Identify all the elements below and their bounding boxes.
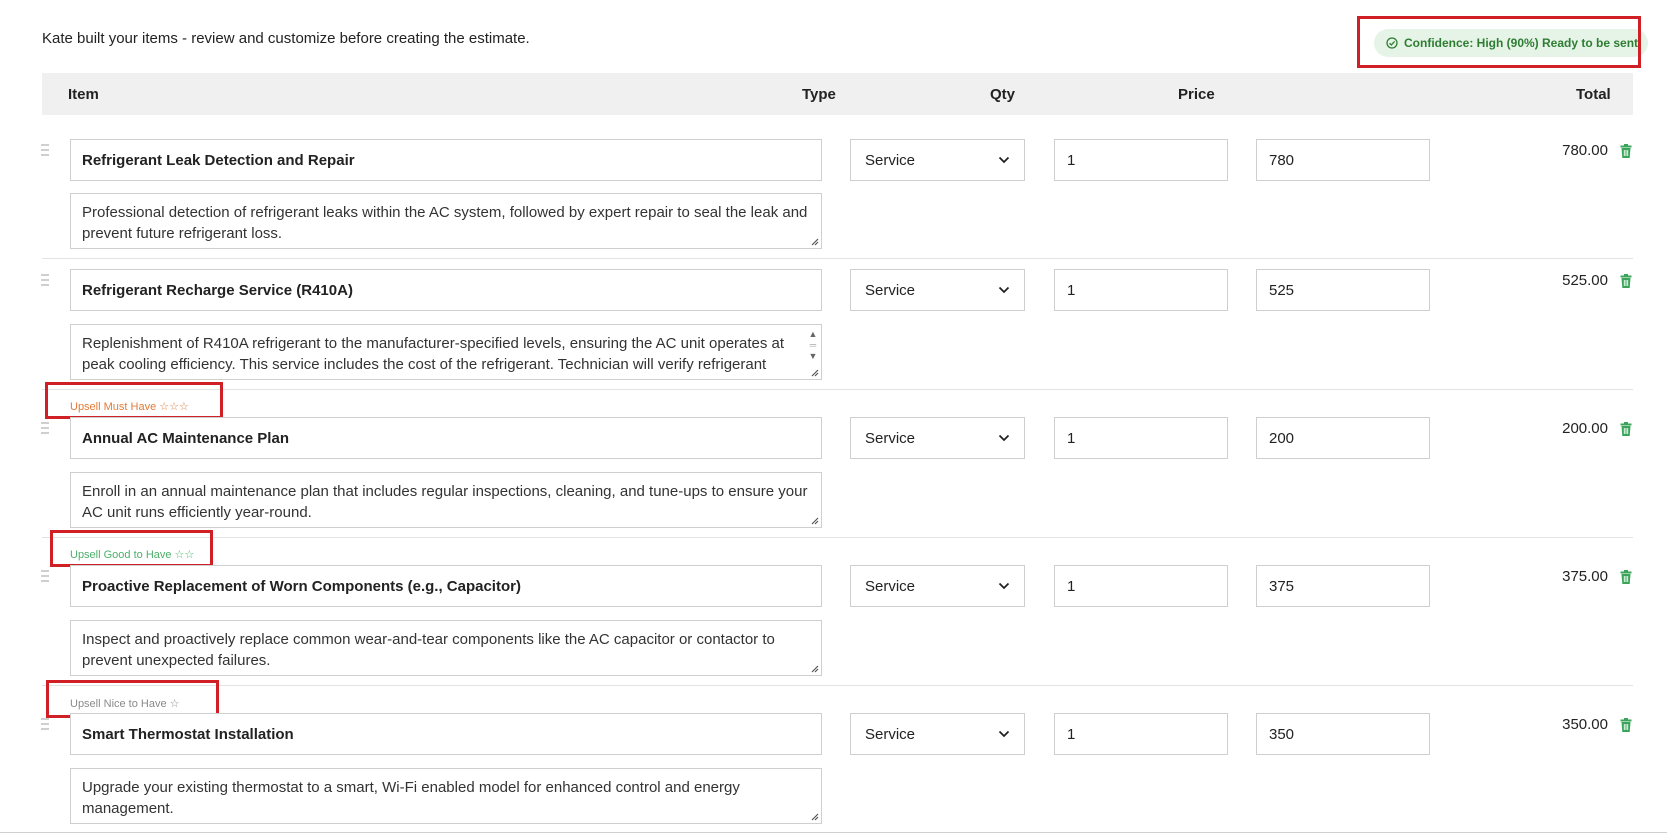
resize-grip-icon[interactable] [809, 515, 819, 525]
item-type-select[interactable]: Service [850, 713, 1025, 755]
item-total: 350.00 [1562, 716, 1608, 733]
bottom-divider [0, 832, 1667, 833]
item-name-input[interactable]: Proactive Replacement of Worn Components… [70, 565, 822, 607]
item-qty-input[interactable]: 1 [1054, 713, 1228, 755]
trash-icon[interactable] [1620, 144, 1632, 158]
trash-icon[interactable] [1620, 718, 1632, 732]
column-header-qty: Qty [990, 86, 1016, 103]
drag-handle-icon[interactable] [41, 422, 49, 434]
column-header-item: Item [68, 86, 99, 103]
item-type-select[interactable]: Service [850, 139, 1025, 181]
item-name-input[interactable]: Refrigerant Leak Detection and Repair [70, 139, 822, 181]
table-header: Item Type Qty Price Total [42, 73, 1633, 115]
item-qty-input[interactable]: 1 [1054, 139, 1228, 181]
item-type-value: Service [865, 577, 916, 595]
item-type-value: Service [865, 429, 916, 447]
item-price-input[interactable]: 780 [1256, 139, 1430, 181]
item-total: 200.00 [1562, 420, 1608, 437]
item-total: 525.00 [1562, 272, 1608, 289]
item-description-text: Enroll in an annual maintenance plan tha… [82, 483, 808, 521]
item-description-textarea[interactable]: Replenishment of R410A refrigerant to th… [70, 324, 822, 380]
upsell-highlight-box [50, 530, 213, 567]
item-type-value: Service [865, 151, 916, 169]
row-divider [42, 537, 1633, 538]
chevron-down-icon [998, 156, 1010, 164]
row-divider [42, 685, 1633, 686]
chevron-down-icon [998, 730, 1010, 738]
item-description-text: Inspect and proactively replace common w… [82, 631, 775, 669]
resize-grip-icon[interactable] [809, 367, 819, 377]
column-header-type: Type [802, 86, 836, 103]
item-qty-input[interactable]: 1 [1054, 417, 1228, 459]
scroll-up-icon[interactable]: ▲ [809, 329, 818, 340]
item-price-input[interactable]: 200 [1256, 417, 1430, 459]
intro-text: Kate built your items - review and custo… [42, 30, 530, 47]
trash-icon[interactable] [1620, 274, 1632, 288]
item-price-input[interactable]: 350 [1256, 713, 1430, 755]
item-total: 375.00 [1562, 568, 1608, 585]
resize-grip-icon[interactable] [809, 811, 819, 821]
item-name-input[interactable]: Annual AC Maintenance Plan [70, 417, 822, 459]
item-price-input[interactable]: 525 [1256, 269, 1430, 311]
row-divider [42, 389, 1633, 390]
column-header-total: Total [1576, 86, 1611, 103]
item-price-input[interactable]: 375 [1256, 565, 1430, 607]
trash-icon[interactable] [1620, 570, 1632, 584]
confidence-highlight-box [1357, 16, 1641, 68]
chevron-down-icon [998, 582, 1010, 590]
scroll-down-icon[interactable]: ▼ [809, 351, 818, 362]
drag-handle-icon[interactable] [41, 718, 49, 730]
item-qty-input[interactable]: 1 [1054, 565, 1228, 607]
item-description-textarea[interactable]: Professional detection of refrigerant le… [70, 193, 822, 249]
item-description-textarea[interactable]: Upgrade your existing thermostat to a sm… [70, 768, 822, 824]
drag-handle-icon[interactable] [41, 570, 49, 582]
item-description-textarea[interactable]: Inspect and proactively replace common w… [70, 620, 822, 676]
row-divider [42, 258, 1633, 259]
scrollbar[interactable]: ▲ ═ ▼ [808, 329, 818, 361]
upsell-highlight-box [45, 382, 223, 419]
trash-icon[interactable] [1620, 422, 1632, 436]
item-description-text: Replenishment of R410A refrigerant to th… [82, 335, 785, 373]
chevron-down-icon [998, 434, 1010, 442]
item-name-input[interactable]: Refrigerant Recharge Service (R410A) [70, 269, 822, 311]
chevron-down-icon [998, 286, 1010, 294]
item-description-text: Upgrade your existing thermostat to a sm… [82, 779, 740, 817]
item-qty-input[interactable]: 1 [1054, 269, 1228, 311]
item-type-select[interactable]: Service [850, 269, 1025, 311]
estimate-items-page: Kate built your items - review and custo… [0, 0, 1667, 836]
item-type-select[interactable]: Service [850, 417, 1025, 459]
item-name-input[interactable]: Smart Thermostat Installation [70, 713, 822, 755]
drag-handle-icon[interactable] [41, 144, 49, 156]
resize-grip-icon[interactable] [809, 236, 819, 246]
column-header-price: Price [1178, 86, 1215, 103]
item-type-value: Service [865, 725, 916, 743]
item-type-value: Service [865, 281, 916, 299]
item-total: 780.00 [1562, 142, 1608, 159]
item-description-text: Professional detection of refrigerant le… [82, 204, 808, 242]
item-description-textarea[interactable]: Enroll in an annual maintenance plan tha… [70, 472, 822, 528]
drag-handle-icon[interactable] [41, 274, 49, 286]
resize-grip-icon[interactable] [809, 663, 819, 673]
item-type-select[interactable]: Service [850, 565, 1025, 607]
